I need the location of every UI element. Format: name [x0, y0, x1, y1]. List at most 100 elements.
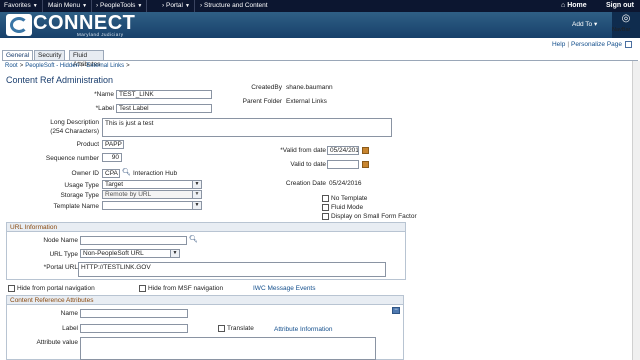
help-link[interactable]: Help	[552, 41, 565, 48]
product-field[interactable]: PAPP	[102, 140, 124, 149]
valid-from-label: *Valid from date	[280, 147, 326, 154]
no-template-checkbox[interactable]	[322, 195, 329, 202]
creation-date-value: 05/24/2016	[329, 180, 362, 187]
label-label: *Label	[95, 105, 114, 112]
creation-date-label: Creation Date	[285, 180, 326, 187]
chevron-down-icon: ▼	[184, 3, 190, 9]
chevron-down-icon: ▼	[137, 3, 143, 9]
lookup-icon[interactable]: 🔍︎	[122, 168, 131, 176]
parent-folder-label: Parent Folder	[242, 98, 282, 105]
url-type-select[interactable]: Non-PeopleSoft URL ▼	[80, 249, 180, 258]
url-type-label: URL Type	[49, 251, 78, 258]
navbar-button[interactable]: ◎ NavBar	[612, 12, 640, 38]
display-small-form-label: Display on Small Form Factor	[331, 213, 417, 220]
portal-label: Portal	[165, 2, 183, 9]
storage-type-value: Remote by URL	[105, 191, 152, 198]
connect-logo-icon	[6, 14, 32, 36]
node-name-field[interactable]	[80, 236, 187, 245]
owner-id-label: Owner ID	[71, 170, 99, 177]
iwc-message-events-link[interactable]: IWC Message Events	[253, 285, 316, 292]
breadcrumb-external-links[interactable]: External Links	[86, 63, 124, 69]
chevron-down-icon: ▼	[82, 3, 88, 9]
valid-from-field[interactable]: 05/24/2016	[327, 146, 359, 155]
calendar-icon[interactable]	[362, 147, 369, 154]
add-to-label: Add To	[572, 21, 593, 28]
owner-id-field[interactable]: CPA	[102, 169, 120, 178]
storage-type-label: Storage Type	[60, 192, 99, 199]
page-title: Content Ref Administration	[6, 75, 114, 85]
breadcrumb-peopletools[interactable]: › PeopleTools ▼	[92, 0, 148, 12]
add-to-menu[interactable]: Add To ▾	[572, 20, 597, 28]
usage-type-label: Usage Type	[64, 182, 99, 189]
chevron-right-icon: ›	[162, 2, 165, 9]
usage-type-value: Target	[105, 181, 124, 188]
long-description-sublabel: (254 Characters)	[50, 128, 99, 135]
no-template-label: No Template	[331, 195, 368, 202]
sequence-number-field[interactable]: 90	[102, 153, 122, 162]
chevron-down-icon: ▼	[192, 202, 201, 209]
chevron-right-icon: ›	[96, 2, 99, 9]
name-label: *Name	[94, 91, 114, 98]
breadcrumb: Root > PeopleSoft - Hidden > External Links >	[5, 63, 130, 69]
favorites-menu[interactable]: Favorites ▼	[0, 0, 43, 12]
vertical-scrollbar[interactable]	[632, 61, 640, 360]
breadcrumb-structure-content[interactable]: › Structure and Content	[196, 0, 272, 12]
usage-type-select[interactable]: Target ▼	[102, 180, 202, 189]
url-type-value: Non-PeopleSoft URL	[83, 250, 144, 257]
translate-checkbox[interactable]	[218, 325, 225, 332]
fluid-mode-checkbox[interactable]	[322, 204, 329, 211]
owner-id-description: Interaction Hub	[133, 170, 178, 177]
signout-link[interactable]: Sign out	[606, 0, 634, 12]
chevron-right-icon: ›	[200, 2, 203, 9]
url-information-header: URL Information	[7, 223, 405, 232]
translate-label: Translate	[227, 325, 254, 332]
display-small-form-checkbox[interactable]	[322, 213, 329, 220]
lookup-icon[interactable]: 🔍︎	[189, 235, 198, 243]
product-label: Product	[76, 141, 99, 148]
chevron-down-icon: ▾	[593, 21, 598, 28]
sequence-number-label: Sequence number	[45, 155, 99, 162]
top-navigation-bar: Favorites ▼ Main Menu ▼ › PeopleTools ▼ › P…	[0, 0, 640, 12]
label-field[interactable]: Test Label	[116, 104, 212, 113]
attribute-information-link[interactable]: Attribute Information	[274, 326, 333, 333]
parent-folder-value: External Links	[286, 98, 327, 105]
breadcrumb-portal[interactable]: › Portal ▼	[158, 0, 195, 12]
tab-general[interactable]: General	[2, 50, 34, 60]
attribute-label-field[interactable]	[80, 324, 188, 333]
tab-security[interactable]: Security	[34, 50, 66, 60]
template-name-select[interactable]: ▼	[102, 201, 202, 210]
template-name-label: Template Name	[53, 203, 99, 210]
attribute-name-field[interactable]	[80, 309, 188, 318]
createdby-label: CreatedBy	[251, 84, 282, 91]
personalize-page-link[interactable]: Personalize Page	[571, 41, 622, 48]
valid-to-field[interactable]	[327, 160, 359, 169]
hide-msf-navigation-label: Hide from MSF navigation	[148, 285, 224, 292]
createdby-value: shane.baumann	[286, 84, 333, 91]
portal-url-field[interactable]: HTTP://TESTLINK.GOV	[78, 262, 386, 277]
help-links: Help | Personalize Page	[552, 41, 632, 48]
breadcrumb-hidden[interactable]: PeopleSoft - Hidden	[25, 63, 79, 69]
new-window-icon[interactable]	[625, 41, 632, 48]
breadcrumb-root[interactable]: Root	[5, 63, 18, 69]
favorites-label: Favorites	[4, 2, 31, 9]
chevron-down-icon: ▼	[192, 181, 201, 188]
compass-icon: ◎	[621, 13, 631, 24]
tab-fluid-attributes[interactable]: Fluid Attributes	[69, 50, 105, 68]
structure-label: Structure and Content	[203, 2, 268, 9]
hide-portal-navigation-label: Hide from portal navigation	[17, 285, 95, 292]
chevron-down-icon: ▼	[170, 250, 179, 257]
hide-portal-navigation-checkbox[interactable]	[8, 285, 15, 292]
calendar-icon[interactable]	[362, 161, 369, 168]
storage-type-select[interactable]: Remote by URL ▼	[102, 190, 202, 199]
peopletools-label: PeopleTools	[99, 2, 136, 9]
collapse-icon[interactable]: −	[392, 307, 400, 314]
hide-msf-navigation-checkbox[interactable]	[139, 285, 146, 292]
navbar-label: NavBar	[612, 27, 631, 33]
chevron-down-icon: ▼	[192, 191, 201, 198]
home-link[interactable]: ⌂ Home	[561, 0, 587, 12]
long-description-field[interactable]: This is just a test	[102, 118, 392, 137]
home-icon: ⌂	[561, 2, 566, 9]
attribute-value-field[interactable]	[80, 337, 376, 360]
main-menu[interactable]: Main Menu ▼	[44, 0, 93, 12]
name-field[interactable]: TEST_LINK	[116, 90, 212, 99]
